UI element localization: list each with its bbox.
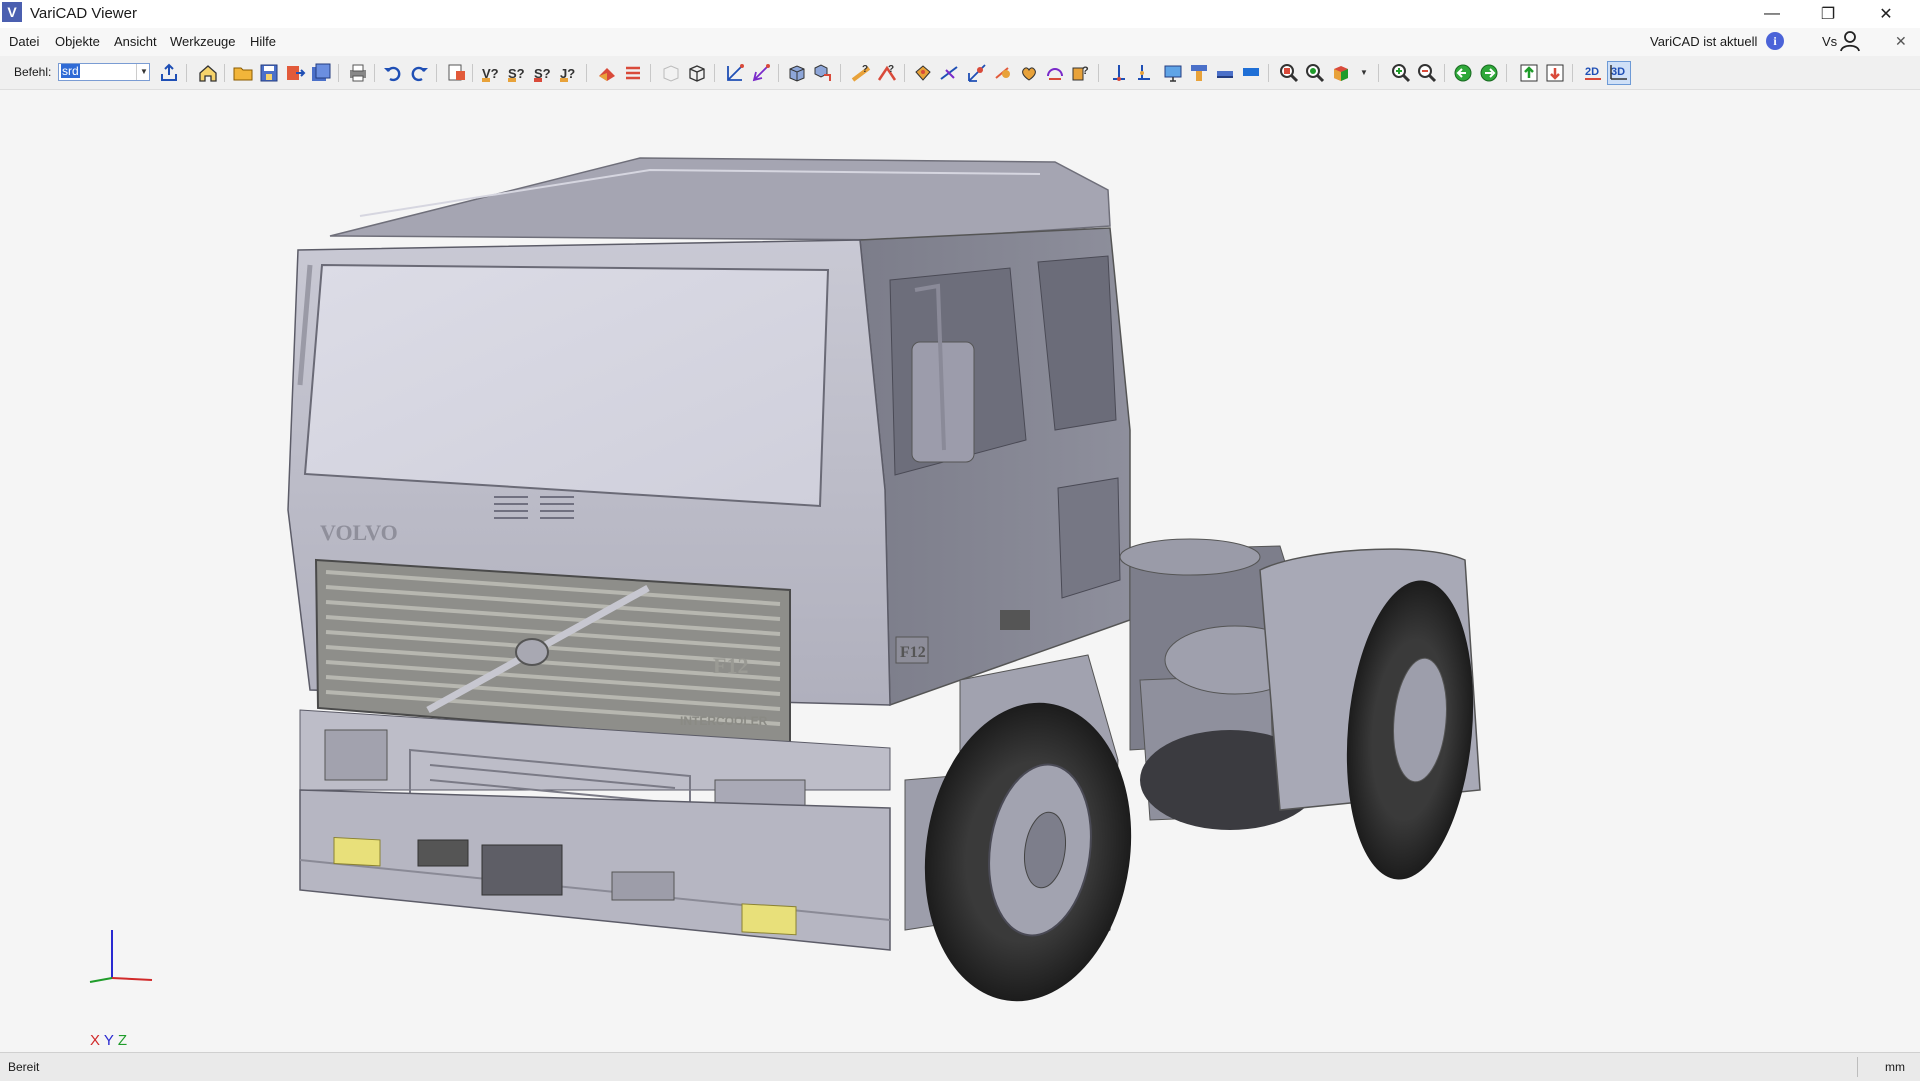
mode-2d-icon[interactable]: 2D: [1582, 62, 1604, 84]
tolerance-icon[interactable]: ?: [1070, 62, 1092, 84]
truck-model: F12 VOLVO F12 INTERCOOLER: [89, 157, 1481, 1002]
zoom-out-icon[interactable]: [1416, 62, 1438, 84]
window-title: VariCAD Viewer: [30, 5, 137, 22]
undo-icon[interactable]: [382, 62, 404, 84]
close-panel-icon[interactable]: ✕: [1895, 33, 1907, 50]
snap-line-icon[interactable]: [938, 62, 960, 84]
svg-text:?: ?: [1082, 65, 1089, 77]
arc-dimension-icon[interactable]: [1044, 62, 1066, 84]
query-inertia-icon[interactable]: J?: [558, 62, 580, 84]
monitor-view-icon[interactable]: [1162, 62, 1184, 84]
axis-label-y: Y: [103, 1032, 114, 1049]
units-indicator[interactable]: mm: [1885, 1060, 1905, 1074]
dimension-icon[interactable]: [966, 62, 988, 84]
axis-labels: X Y Z: [90, 1032, 127, 1049]
status-text: Bereit: [8, 1060, 40, 1074]
slab-view-icon[interactable]: [1240, 62, 1262, 84]
app-logo: V: [2, 2, 22, 22]
query-volume-icon[interactable]: V?: [480, 62, 502, 84]
close-icon: ✕: [1879, 6, 1893, 23]
redo-icon[interactable]: [408, 62, 430, 84]
menu-hilfe[interactable]: Hilfe: [250, 34, 276, 49]
drawing-canvas[interactable]: F12 VOLVO F12 INTERCOOLER: [0, 90, 1920, 1052]
title-bar: V VariCAD Viewer — ❐ ✕: [0, 0, 1920, 28]
section-icon[interactable]: [622, 62, 644, 84]
menu-datei[interactable]: Datei: [9, 34, 39, 49]
info-icon[interactable]: i: [1766, 32, 1784, 50]
export-icon[interactable]: [284, 62, 306, 84]
menu-objekte[interactable]: Objekte: [55, 34, 100, 49]
zoom-window-icon[interactable]: [1278, 62, 1300, 84]
command-dropdown-icon[interactable]: ▼: [136, 64, 151, 80]
render-mode-dropdown-icon[interactable]: ▼: [1360, 62, 1370, 84]
move-icon[interactable]: [724, 62, 746, 84]
menu-bar: Datei Objekte Ansicht Werkzeuge Hilfe Va…: [0, 28, 1920, 56]
upload-icon[interactable]: [158, 62, 180, 84]
flat-view-icon[interactable]: [1214, 62, 1236, 84]
model-badge-side: F12: [900, 644, 926, 661]
user-icon[interactable]: [1839, 30, 1861, 52]
query-surface2-icon[interactable]: S?: [532, 62, 554, 84]
svg-text:?: ?: [888, 64, 894, 75]
measure-angle-icon[interactable]: ?: [876, 62, 898, 84]
close-button[interactable]: ✕: [1858, 0, 1914, 28]
mode-3d-icon[interactable]: 3D: [1607, 61, 1631, 85]
restore-button[interactable]: ❐: [1800, 0, 1856, 28]
save-icon[interactable]: [258, 62, 280, 84]
box-outline-icon[interactable]: [660, 62, 682, 84]
save-all-icon[interactable]: [310, 62, 332, 84]
view-back-icon[interactable]: [1452, 62, 1474, 84]
cut-solid-icon[interactable]: [596, 62, 618, 84]
minimize-button[interactable]: —: [1744, 0, 1800, 28]
zoom-all-icon[interactable]: [1304, 62, 1326, 84]
svg-text:2D: 2D: [1585, 66, 1599, 78]
brand-lettering: VOLVO: [320, 520, 398, 545]
home-icon[interactable]: [197, 62, 219, 84]
box-wire-icon[interactable]: [686, 62, 708, 84]
snap-point-icon[interactable]: [912, 62, 934, 84]
rotate-icon[interactable]: [750, 62, 772, 84]
axis-view-icon[interactable]: [1108, 62, 1130, 84]
view-forward-icon[interactable]: [1478, 62, 1500, 84]
dimension-diameter-icon[interactable]: [992, 62, 1014, 84]
properties-icon[interactable]: [446, 62, 468, 84]
move-up-icon[interactable]: [1518, 62, 1540, 84]
vertical-view-icon[interactable]: [1134, 62, 1156, 84]
axis-label-x: X: [90, 1032, 101, 1049]
print-icon[interactable]: [347, 62, 369, 84]
menu-ansicht[interactable]: Ansicht: [114, 34, 157, 49]
top-view-icon[interactable]: [1188, 62, 1210, 84]
zoom-in-icon[interactable]: [1390, 62, 1412, 84]
menu-werkzeuge[interactable]: Werkzeuge: [170, 34, 236, 49]
toolbar: Befehl: srd ▼ V? S? S? J? ? ? ? ▼ 2D 3D: [0, 56, 1920, 90]
measure-distance-icon[interactable]: ?: [850, 62, 872, 84]
minimize-icon: —: [1764, 5, 1780, 22]
move-down-icon[interactable]: [1544, 62, 1566, 84]
update-status: VariCAD ist aktuell: [1650, 34, 1758, 49]
axis-label-z: Z: [117, 1032, 127, 1049]
user-label: Vs: [1822, 34, 1838, 49]
open-file-icon[interactable]: [232, 62, 254, 84]
intercooler-lettering: INTERCOOLER: [680, 714, 768, 728]
status-bar: Bereit mm: [0, 1052, 1920, 1081]
command-label: Befehl:: [14, 65, 52, 79]
model-badge-front: F12: [713, 653, 748, 678]
query-surface-icon[interactable]: S?: [506, 62, 528, 84]
svg-text:?: ?: [862, 64, 868, 75]
render-mode-icon[interactable]: [1330, 62, 1352, 84]
solid-box-icon[interactable]: [786, 62, 808, 84]
solid-transform-icon[interactable]: [812, 62, 834, 84]
axis-indicator: [89, 930, 153, 983]
restore-icon: ❐: [1820, 6, 1836, 23]
heart-shape-icon[interactable]: [1018, 62, 1040, 84]
svg-text:3D: 3D: [1611, 66, 1625, 78]
